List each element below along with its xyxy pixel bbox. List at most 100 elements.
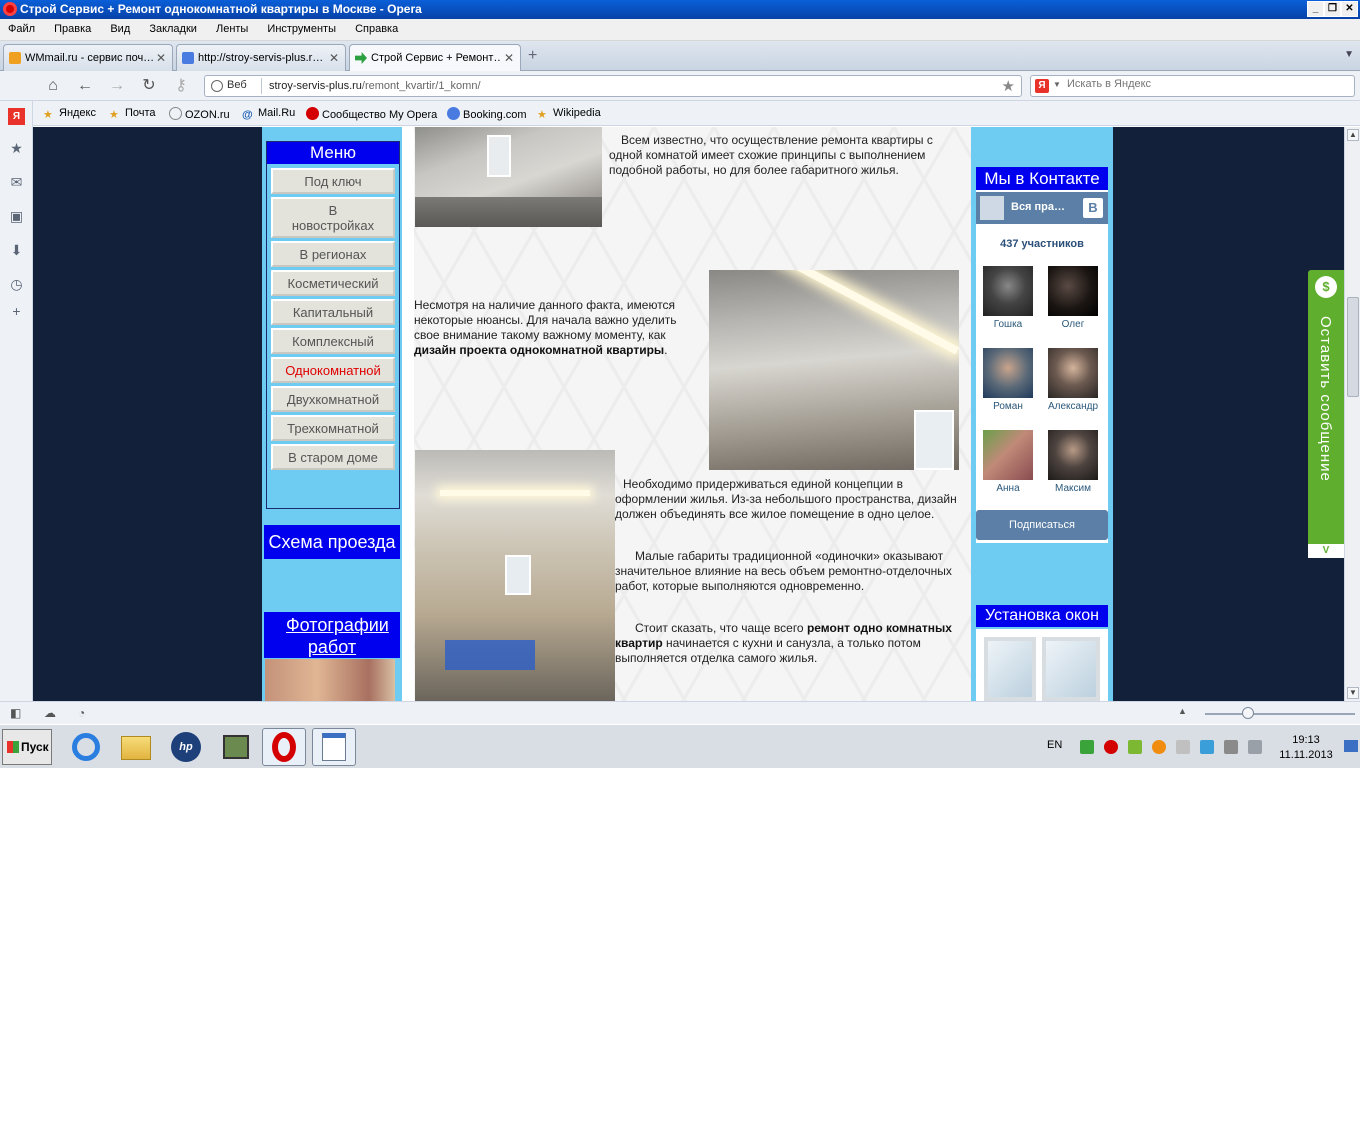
mail-icon[interactable]: ✉ [8, 174, 25, 191]
tab-stroy-servis-url[interactable]: http://stroy-servis-plus.r… ✕ [176, 44, 346, 71]
home-icon[interactable]: ⌂ [42, 76, 64, 96]
reload-icon[interactable]: ↻ [138, 76, 160, 96]
opera-taskbar-icon[interactable] [262, 728, 306, 766]
menu-item-staryy-dom[interactable]: В старом доме [271, 444, 395, 470]
menu-edit[interactable]: Правка [46, 19, 99, 35]
vk-group-avatar[interactable] [980, 196, 1004, 220]
clock[interactable]: 19:13 11.11.2013 [1276, 733, 1336, 763]
downloads-icon[interactable]: ⬇ [8, 242, 25, 259]
download-tray-icon[interactable] [1080, 740, 1094, 754]
document-app-icon[interactable] [312, 728, 356, 766]
close-button[interactable]: ✕ [1341, 1, 1358, 17]
menu-feeds[interactable]: Ленты [208, 19, 256, 35]
photos-link[interactable]: Фотографии работ [264, 612, 400, 658]
menu-file[interactable]: Файл [0, 19, 43, 35]
forward-arrow-icon[interactable]: → [106, 76, 128, 96]
network-tray-icon[interactable] [1224, 740, 1238, 754]
route-map-link[interactable]: Схема проезда [264, 525, 400, 559]
photos-thumbnail-image[interactable] [265, 659, 395, 701]
vk-member[interactable]: Гошка [982, 266, 1034, 330]
hp-icon[interactable]: hp [164, 728, 208, 766]
key-icon[interactable]: ⚷ [170, 76, 192, 96]
vk-member[interactable]: Александр [1047, 348, 1099, 412]
tab-stroy-servis-active[interactable]: Строй Сервис + Ремонт… ✕ [349, 44, 521, 72]
window-frame-image[interactable] [976, 629, 1108, 701]
history-clock-icon[interactable]: ◷ [8, 276, 25, 293]
add-panel-plus-icon[interactable]: + [8, 303, 25, 320]
internet-explorer-icon[interactable] [64, 728, 108, 766]
opera-tray-icon[interactable] [1104, 740, 1118, 754]
tab-wmmail[interactable]: WMmail.ru - сервис поч… ✕ [3, 44, 173, 71]
notes-icon[interactable]: ▣ [8, 208, 25, 225]
bookmark-pochta[interactable]: ★ Почта [109, 107, 156, 121]
maximize-button[interactable]: ❐ [1324, 1, 1341, 17]
vk-member[interactable]: Максим [1047, 430, 1099, 494]
search-engine-dropdown-icon[interactable]: ▼ [1053, 80, 1061, 89]
start-button[interactable]: Пуск [2, 729, 52, 765]
bookmark-wikipedia[interactable]: ★ Wikipedia [537, 107, 601, 121]
volume-tray-icon[interactable] [1248, 740, 1262, 754]
file-explorer-folder-icon[interactable] [114, 728, 158, 766]
safely-remove-tray-icon[interactable] [1200, 740, 1214, 754]
address-url[interactable]: stroy-servis-plus.ru/remont_kvartir/1_ko… [269, 80, 481, 92]
panel-toggle-icon[interactable]: ◧ [10, 706, 21, 720]
vk-group-name[interactable]: Вся пра… [1011, 201, 1065, 213]
avast-tray-icon[interactable] [1152, 740, 1166, 754]
address-bar[interactable]: Веб stroy-servis-plus.ru/remont_kvartir/… [204, 75, 1022, 97]
tab-close-icon[interactable]: ✕ [329, 51, 339, 65]
vk-logo-icon[interactable]: В [1083, 198, 1103, 218]
tab-list-chevron-icon[interactable]: ▼ [1344, 49, 1354, 60]
vk-subscribe-button[interactable]: Подписаться [976, 510, 1108, 540]
menu-bookmarks[interactable]: Закладки [141, 19, 205, 35]
scroll-down-icon[interactable]: ▼ [1347, 687, 1359, 699]
menu-item-kompleksnyy[interactable]: Комплексный [271, 328, 395, 354]
sync-app-icon[interactable] [214, 728, 258, 766]
bookmarks-star-icon[interactable]: ★ [8, 140, 25, 157]
bookmark-star-icon[interactable]: ★ [1002, 77, 1015, 95]
menu-help[interactable]: Справка [347, 19, 406, 35]
menu-item-kosmeticheskiy[interactable]: Косметический [271, 270, 395, 296]
turbo-speed-icon[interactable]: ◔ [78, 706, 85, 720]
scroll-thumb[interactable] [1347, 297, 1359, 397]
menu-item-novostroyki[interactable]: В новостройках [271, 197, 395, 238]
zoom-slider-knob[interactable] [1242, 707, 1254, 719]
bookmark-mailru[interactable]: @ Mail.Ru [242, 107, 295, 122]
vk-member[interactable]: Олег [1047, 266, 1099, 330]
vk-member-count[interactable]: 437 участников [976, 238, 1108, 250]
view-up-arrow-icon[interactable]: ▲ [1178, 706, 1187, 716]
menu-view[interactable]: Вид [102, 19, 138, 35]
menu-item-regiony[interactable]: В регионах [271, 241, 395, 267]
vertical-scrollbar[interactable]: ▲ ▼ [1344, 127, 1360, 701]
bookmark-my-opera[interactable]: Сообщество My Opera [306, 107, 437, 121]
menu-item-kapitalnyy[interactable]: Капитальный [271, 299, 395, 325]
tab-close-icon[interactable]: ✕ [504, 51, 514, 65]
vk-group-header[interactable]: Вся пра… В [976, 192, 1108, 224]
opera-unite-cloud-icon[interactable]: ☁ [44, 706, 56, 720]
menu-item-dvukhkomnatnoy[interactable]: Двухкомнатной [271, 386, 395, 412]
new-tab-plus-icon[interactable]: + [528, 47, 546, 65]
language-indicator[interactable]: EN [1047, 739, 1062, 751]
vk-member[interactable]: Роман [982, 348, 1034, 412]
back-arrow-icon[interactable]: ← [74, 76, 96, 96]
network-error-tray-icon[interactable] [1176, 740, 1190, 754]
scroll-up-icon[interactable]: ▲ [1347, 129, 1359, 141]
menu-tools[interactable]: Инструменты [259, 19, 344, 35]
minimize-button[interactable]: _ [1307, 1, 1324, 17]
vk-member[interactable]: Анна [982, 430, 1034, 494]
windows-install-title[interactable]: Установка окон [976, 605, 1108, 627]
search-input[interactable] [1067, 78, 1347, 90]
search-box[interactable]: Я ▼ [1030, 75, 1355, 97]
bookmark-ozon[interactable]: OZON.ru [169, 107, 230, 121]
zoom-slider-track[interactable] [1205, 713, 1355, 715]
nvidia-tray-icon[interactable] [1128, 740, 1142, 754]
menu-item-pod-klyuch[interactable]: Под ключ [271, 168, 395, 194]
show-desktop-icon[interactable] [1344, 740, 1358, 752]
menu-item-trekhkomnatnoy[interactable]: Трехкомнатной [271, 415, 395, 441]
menu-item-odnokomnatnoy[interactable]: Однокомнатной [271, 357, 395, 383]
tab-close-icon[interactable]: ✕ [156, 51, 166, 65]
bookmark-yandex[interactable]: ★ Яндекс [43, 107, 96, 121]
feedback-tab[interactable]: $ Оставить сообщение V [1308, 270, 1344, 558]
yandex-panel-icon[interactable]: Я [8, 108, 25, 125]
yandex-logo-icon[interactable]: Я [1035, 79, 1049, 93]
bookmark-booking[interactable]: Booking.com [447, 107, 527, 121]
